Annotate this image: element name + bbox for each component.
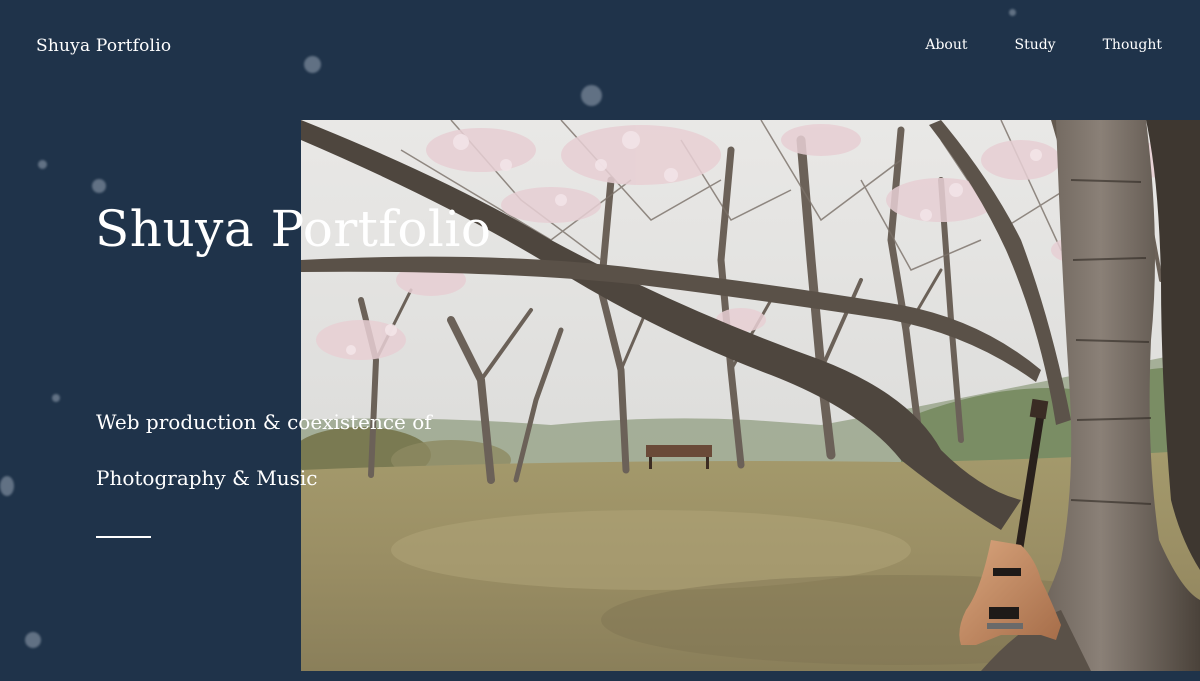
tagline-line-1: Web production & coexistence of (96, 410, 432, 434)
tagline-line-2: Photography & Music (96, 466, 318, 490)
bokeh-dot (52, 394, 60, 402)
hero-divider (96, 536, 151, 538)
bokeh-dot (1009, 9, 1016, 16)
bokeh-dot (92, 179, 106, 193)
nav-thought-link[interactable]: Thought (1103, 37, 1162, 53)
bokeh-dot (0, 476, 14, 496)
bokeh-dot (581, 85, 602, 106)
bokeh-dot (38, 160, 47, 169)
site-logo-link[interactable]: Shuya Portfolio (36, 36, 171, 56)
page-bottom-edge (0, 671, 1200, 681)
hero-tagline: Web production & coexistence of Photogra… (96, 410, 432, 522)
nav-study-link[interactable]: Study (1014, 37, 1055, 53)
hero-title: Shuya Portfolio (95, 200, 492, 258)
main-nav: About Study Thought (925, 37, 1162, 53)
nav-about-link[interactable]: About (925, 37, 967, 53)
bokeh-dot (25, 632, 41, 648)
bokeh-dot (304, 56, 321, 73)
